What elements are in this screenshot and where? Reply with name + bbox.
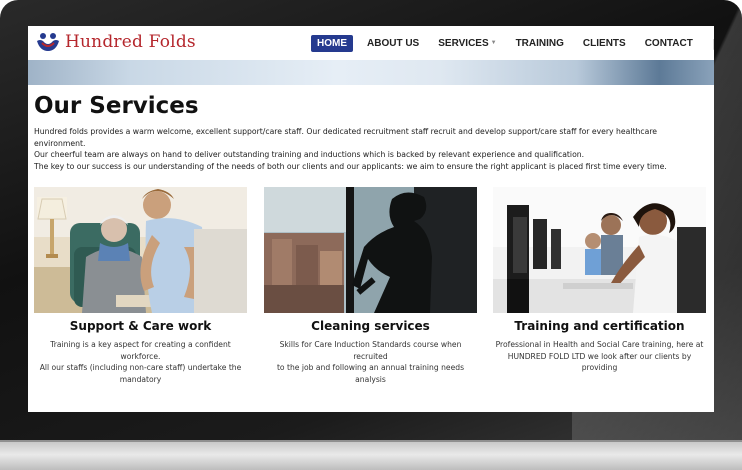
card-desc-line: Training is a key aspect for creating a … xyxy=(50,340,231,361)
intro-line: The key to our success is our understand… xyxy=(34,161,667,171)
card-title: Training and certification xyxy=(514,319,685,333)
card-desc-line: HUNDRED FOLD LTD we look after our clien… xyxy=(507,351,692,373)
site-logo[interactable]: Hundred Folds xyxy=(36,32,196,52)
brand-name: Hundred Folds xyxy=(65,32,196,52)
laptop-base xyxy=(0,442,742,470)
nav-about-us[interactable]: ABOUT US xyxy=(367,38,419,49)
cleaning-photo[interactable] xyxy=(264,187,477,313)
card-desc-line: mandatory xyxy=(119,374,162,384)
service-card-support-care[interactable]: Support & Care work Training is a key as… xyxy=(34,187,247,385)
card-desc-line: to the job and following an annual train… xyxy=(276,363,465,384)
service-card-training[interactable]: Training and certification Professional … xyxy=(493,187,706,374)
nav-home[interactable]: HOME xyxy=(311,34,353,52)
support-care-photo[interactable] xyxy=(34,187,247,313)
training-photo[interactable] xyxy=(493,187,706,313)
card-title: Cleaning services xyxy=(311,319,430,333)
intro-line: Our cheerful team are always on hand to … xyxy=(34,150,585,160)
nav-clients[interactable]: CLIENTS xyxy=(583,38,626,49)
card-desc-line: Skills for Care Induction Standards cour… xyxy=(279,340,462,361)
chevron-down-icon: ▼ xyxy=(490,39,497,46)
nav-divider: || xyxy=(711,36,714,50)
main-content: Our Services Hundred folds provides a wa… xyxy=(28,85,714,412)
nav-services[interactable]: SERVICES ▼ xyxy=(438,38,496,49)
nav-training[interactable]: TRAINING xyxy=(516,38,564,49)
card-desc-line: All our staffs (including non-care staff… xyxy=(39,363,242,372)
card-desc-line: Professional in Health and Social Care t… xyxy=(495,340,704,349)
window-cleaner-silhouette-image xyxy=(264,187,477,313)
card-description: Skills for Care Induction Standards cour… xyxy=(264,339,477,385)
carer-with-elderly-man-image xyxy=(34,187,247,313)
computer-training-room-image xyxy=(493,187,706,313)
nav-services-label: SERVICES xyxy=(438,37,489,49)
page-title: Our Services xyxy=(34,93,199,119)
nav-contact[interactable]: CONTACT xyxy=(645,38,693,49)
intro-line: Hundred folds provides a warm welcome, e… xyxy=(34,127,658,148)
card-description: Training is a key aspect for creating a … xyxy=(34,339,247,385)
intro-text: Hundred folds provides a warm welcome, e… xyxy=(34,126,704,172)
header-banner-image xyxy=(28,60,714,85)
card-description: Professional in Health and Social Care t… xyxy=(493,339,706,374)
service-card-cleaning[interactable]: Cleaning services Skills for Care Induct… xyxy=(264,187,477,385)
site-header: Hundred Folds HOME ABOUT US SERVICES ▼ TR… xyxy=(28,26,714,60)
browser-screen: Hundred Folds HOME ABOUT US SERVICES ▼ TR… xyxy=(28,26,714,412)
people-hands-logo-icon xyxy=(37,33,59,51)
main-nav: HOME ABOUT US SERVICES ▼ TRAINING CLIENTS… xyxy=(311,34,714,52)
card-title: Support & Care work xyxy=(69,319,212,333)
